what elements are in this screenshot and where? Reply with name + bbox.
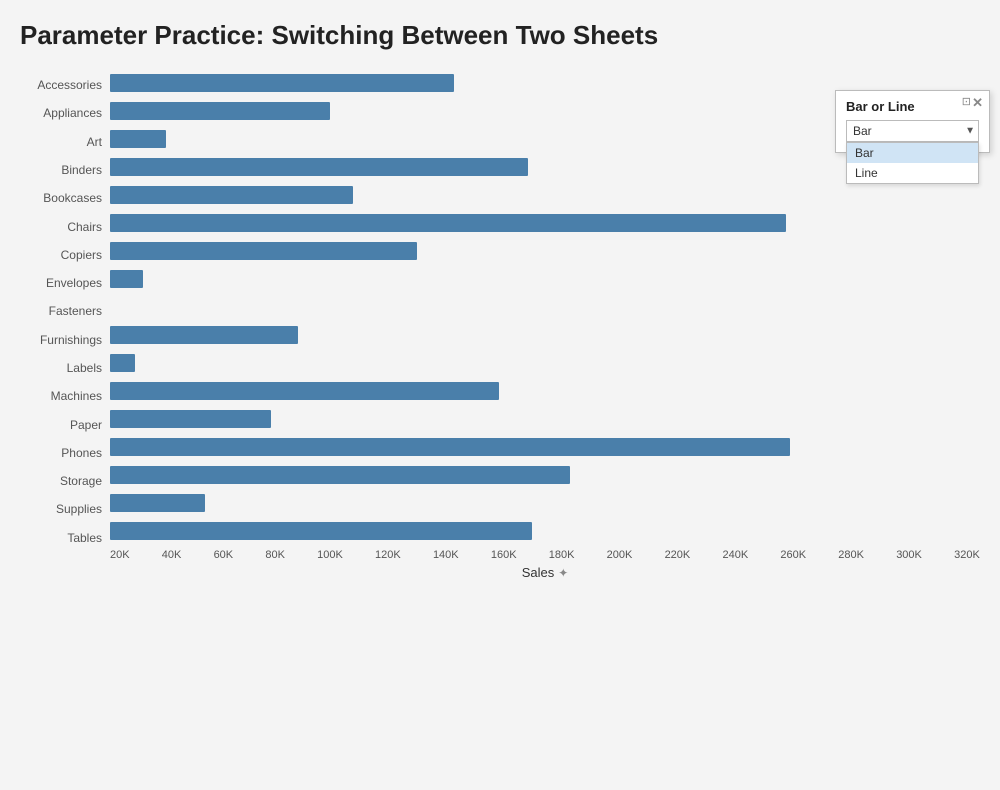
bar-row (110, 209, 980, 237)
bar (110, 214, 786, 232)
y-label: Copiers (61, 241, 102, 269)
bar-row (110, 293, 980, 321)
x-axis-label: 220K (665, 549, 691, 561)
x-axis-label: 280K (838, 549, 864, 561)
y-label: Machines (51, 382, 102, 410)
x-axis-label: 200K (607, 549, 633, 561)
bar-row (110, 237, 980, 265)
y-label: Storage (60, 467, 102, 495)
page-title: Parameter Practice: Switching Between Tw… (20, 20, 980, 51)
x-axis-label: 60K (214, 549, 234, 561)
y-label: Appliances (43, 99, 102, 127)
bar-row (110, 461, 980, 489)
x-axis: 20K 40K 60K 80K 100K 120K 140K 160K 180K 200K 220K… (110, 545, 980, 561)
y-label: Tables (67, 524, 102, 552)
page: Parameter Practice: Switching Between Tw… (0, 0, 1000, 790)
y-label: Envelopes (46, 269, 102, 297)
bar (110, 158, 528, 176)
x-axis-icon: ✦ (558, 566, 568, 580)
bar-row (110, 405, 980, 433)
bar (110, 494, 205, 512)
bar-row (110, 349, 980, 377)
y-axis-labels: AccessoriesAppliancesArtBindersBookcases… (20, 69, 110, 580)
y-label: Furnishings (40, 326, 102, 354)
bar-row (110, 517, 980, 545)
bar (110, 270, 143, 288)
bar (110, 466, 570, 484)
bar (110, 102, 330, 120)
x-axis-label: 300K (896, 549, 922, 561)
bar (110, 522, 532, 540)
bar-or-line-select[interactable]: BarLine (846, 120, 979, 142)
x-axis-label: 20K (110, 549, 130, 561)
x-axis-title: Sales ✦ (110, 565, 980, 580)
y-label: Fasteners (49, 297, 102, 325)
close-icon[interactable]: ✕ (972, 95, 983, 111)
param-panel: ⊡ ✕ Bar or Line BarLine ▼ BarLine (835, 90, 990, 153)
y-label: Bookcases (43, 184, 102, 212)
bar (110, 410, 271, 428)
bar (110, 242, 417, 260)
bar-row (110, 265, 980, 293)
x-axis-label: 140K (433, 549, 459, 561)
select-wrapper: BarLine ▼ BarLine (846, 120, 979, 142)
y-label: Paper (70, 411, 102, 439)
bar-row (110, 377, 980, 405)
bar-row (110, 489, 980, 517)
x-axis-label: 120K (375, 549, 401, 561)
x-axis-label: 100K (317, 549, 343, 561)
x-axis-label: 160K (491, 549, 517, 561)
bar-row (110, 181, 980, 209)
bar-row (110, 433, 980, 461)
resize-icon[interactable]: ⊡ (962, 95, 971, 108)
y-label: Supplies (56, 495, 102, 523)
y-label: Phones (61, 439, 102, 467)
bar (110, 382, 499, 400)
y-label: Accessories (37, 71, 102, 99)
x-axis-label: 40K (162, 549, 182, 561)
bar (110, 186, 353, 204)
bar (110, 354, 135, 372)
dropdown-option-line[interactable]: Line (847, 163, 978, 183)
bar (110, 130, 166, 148)
x-axis-label: 320K (954, 549, 980, 561)
bar (110, 326, 298, 344)
bar (110, 74, 454, 92)
y-label: Chairs (67, 213, 102, 241)
bar (110, 438, 790, 456)
bar-row (110, 321, 980, 349)
x-axis-label: 80K (265, 549, 285, 561)
dropdown-option-bar[interactable]: Bar (847, 143, 978, 163)
x-axis-label: 260K (780, 549, 806, 561)
x-axis-label: 240K (722, 549, 748, 561)
param-title: Bar or Line (846, 99, 959, 114)
y-label: Binders (61, 156, 102, 184)
dropdown-options: BarLine (846, 142, 979, 184)
x-axis-title-text: Sales (522, 565, 555, 580)
x-axis-label: 180K (549, 549, 575, 561)
y-label: Art (87, 128, 102, 156)
y-label: Labels (67, 354, 102, 382)
